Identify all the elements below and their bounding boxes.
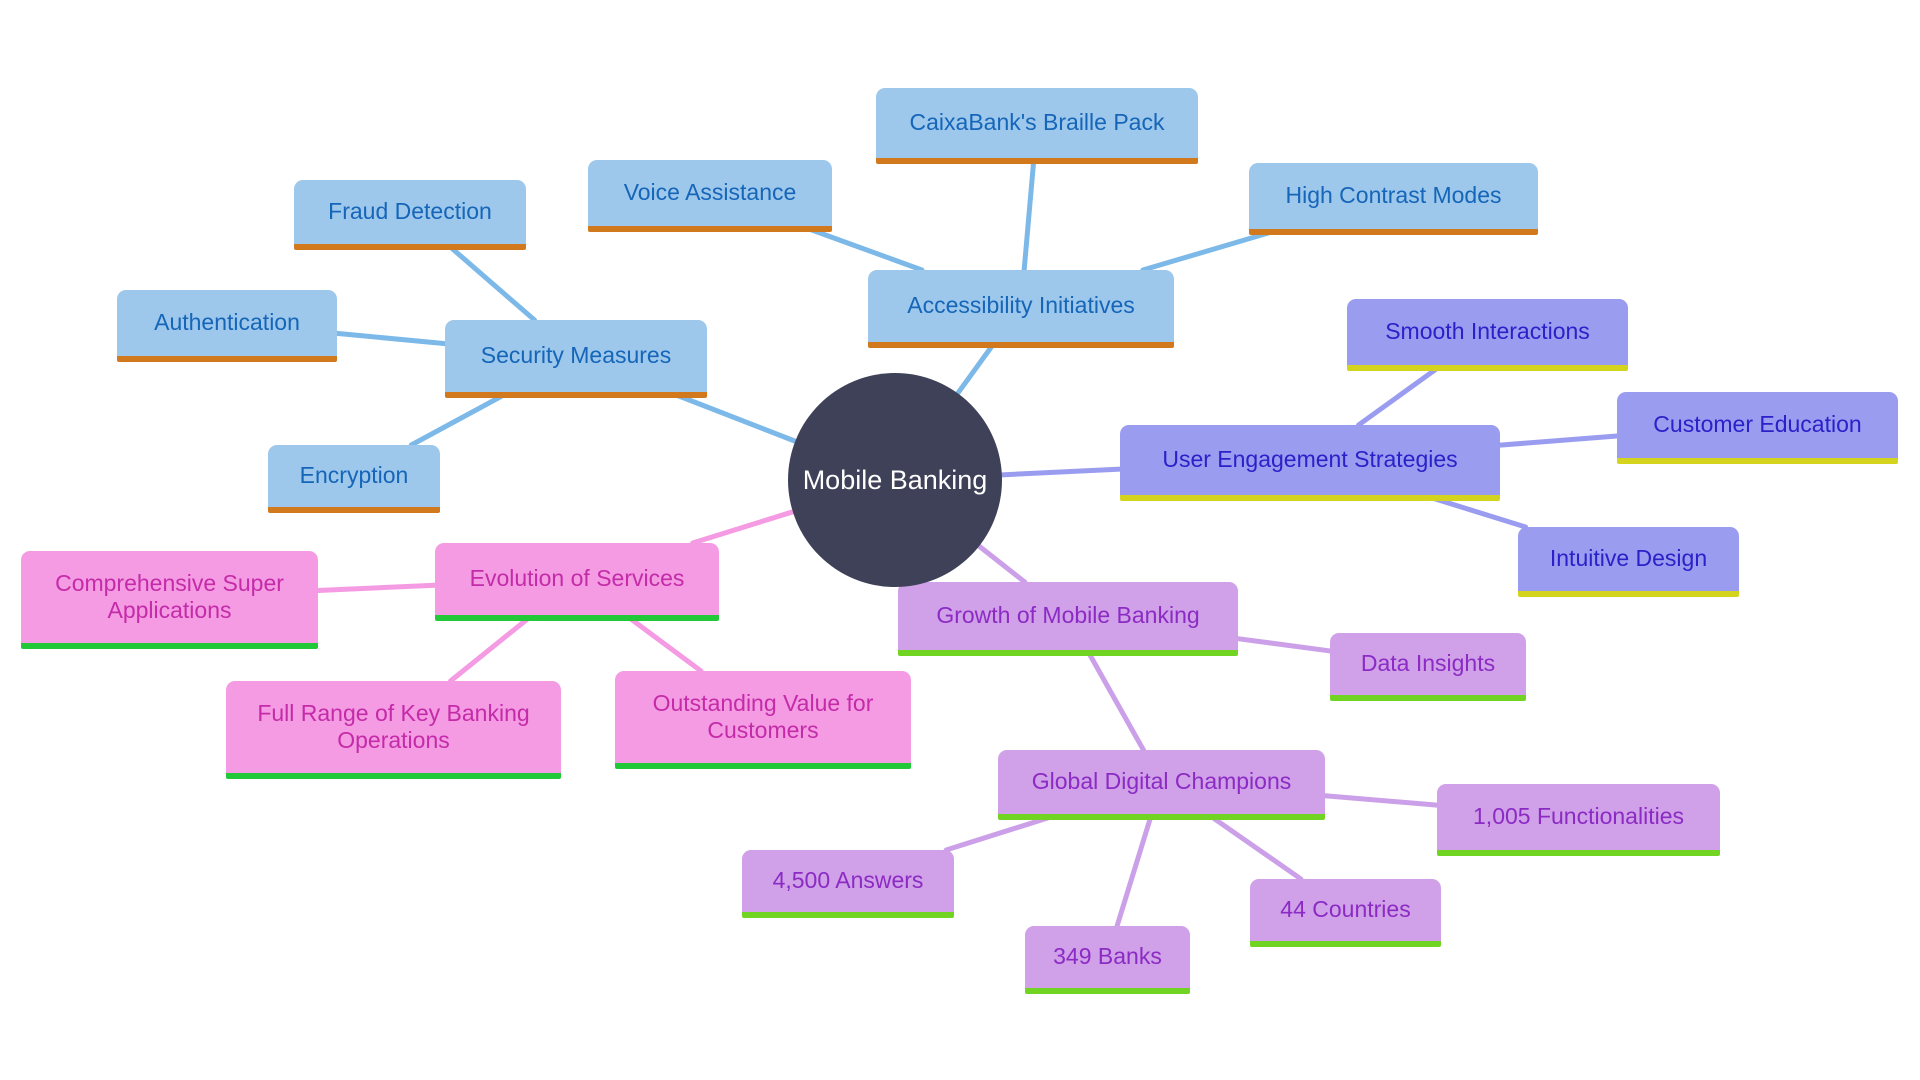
edge-user-engagement-strategies-to-customer-education — [1497, 433, 1620, 448]
node-accent-bar-global-digital-champions — [998, 814, 1325, 820]
root-node-label: Mobile Banking — [802, 464, 988, 495]
node-accent-bar-answers-4500 — [742, 912, 954, 918]
node-accent-bar-customer-education — [1617, 458, 1898, 464]
node-fraud-detection[interactable]: Fraud Detection — [294, 180, 526, 250]
node-accent-bar-evolution-of-services — [435, 615, 719, 621]
node-customer-education[interactable]: Customer Education — [1617, 392, 1898, 464]
edge-root-to-accessibility-initiatives — [955, 339, 998, 396]
node-label-intuitive-design: Intuitive Design — [1549, 545, 1708, 572]
node-answers-4500[interactable]: 4,500 Answers — [742, 850, 954, 918]
edge-global-digital-champions-to-functionalities-1005 — [1322, 793, 1440, 808]
node-accent-bar-outstanding-value-for-customers — [615, 763, 911, 769]
node-label-functionalities-1005: 1,005 Functionalities — [1473, 803, 1684, 830]
node-label-data-insights: Data Insights — [1360, 650, 1496, 677]
edge-root-to-evolution-of-services — [690, 509, 796, 546]
node-accent-bar-smooth-interactions — [1347, 365, 1628, 371]
node-evolution-of-services[interactable]: Evolution of Services — [435, 543, 719, 621]
edge-root-to-user-engagement-strategies — [999, 466, 1123, 478]
node-accent-bar-intuitive-design — [1518, 591, 1739, 597]
node-accent-bar-encryption — [268, 507, 440, 513]
node-label-banks-349: 349 Banks — [1053, 943, 1162, 970]
node-label-voice-assistance: Voice Assistance — [623, 179, 797, 206]
node-intuitive-design[interactable]: Intuitive Design — [1518, 527, 1739, 597]
node-accent-bar-growth-of-mobile-banking — [898, 650, 1238, 656]
node-functionalities-1005[interactable]: 1,005 Functionalities — [1437, 784, 1720, 856]
node-label-outstanding-value-for-customers: Outstanding Value for Customers — [652, 689, 874, 743]
node-accent-bar-full-range-of-key-banking-operations — [226, 773, 561, 779]
node-banks-349[interactable]: 349 Banks — [1025, 926, 1190, 994]
node-high-contrast-modes[interactable]: High Contrast Modes — [1249, 163, 1538, 235]
node-label-accessibility-initiatives: Accessibility Initiatives — [907, 292, 1135, 319]
edge-user-engagement-strategies-to-smooth-interactions — [1356, 362, 1445, 428]
node-label-comprehensive-super-applications: Comprehensive Super Applications — [55, 569, 284, 623]
node-accent-bar-accessibility-initiatives — [868, 342, 1174, 348]
edge-accessibility-initiatives-to-caixabank-braille-pack — [1021, 155, 1037, 273]
node-authentication[interactable]: Authentication — [117, 290, 337, 362]
edge-global-digital-champions-to-countries-44 — [1205, 811, 1304, 882]
node-label-authentication: Authentication — [154, 309, 300, 336]
node-global-digital-champions[interactable]: Global Digital Champions — [998, 750, 1325, 820]
node-accent-bar-data-insights — [1330, 695, 1526, 701]
node-accent-bar-security-measures — [445, 392, 707, 398]
node-caixabank-braille-pack[interactable]: CaixaBank's Braille Pack — [876, 88, 1198, 164]
node-label-smooth-interactions: Smooth Interactions — [1385, 318, 1590, 345]
node-accent-bar-user-engagement-strategies — [1120, 495, 1500, 501]
edge-root-to-security-measures — [666, 389, 798, 444]
node-label-global-digital-champions: Global Digital Champions — [1031, 768, 1292, 795]
node-accent-bar-voice-assistance — [588, 226, 832, 232]
edge-security-measures-to-authentication — [334, 330, 448, 347]
node-outstanding-value-for-customers[interactable]: Outstanding Value for Customers — [615, 671, 911, 769]
edge-evolution-of-services-to-outstanding-value-for-customers — [623, 612, 704, 674]
node-label-caixabank-braille-pack: CaixaBank's Braille Pack — [909, 109, 1165, 136]
node-accent-bar-fraud-detection — [294, 244, 526, 250]
edge-evolution-of-services-to-full-range-of-key-banking-operations — [448, 612, 535, 684]
node-encryption[interactable]: Encryption — [268, 445, 440, 513]
node-voice-assistance[interactable]: Voice Assistance — [588, 160, 832, 232]
node-label-security-measures: Security Measures — [480, 342, 672, 369]
node-label-high-contrast-modes: High Contrast Modes — [1285, 182, 1502, 209]
node-label-encryption: Encryption — [299, 462, 409, 489]
node-label-countries-44: 44 Countries — [1280, 896, 1411, 923]
node-smooth-interactions[interactable]: Smooth Interactions — [1347, 299, 1628, 371]
node-accent-bar-authentication — [117, 356, 337, 362]
node-label-evolution-of-services: Evolution of Services — [469, 565, 685, 592]
node-accent-bar-high-contrast-modes — [1249, 229, 1538, 235]
edge-growth-of-mobile-banking-to-global-digital-champions — [1084, 647, 1146, 753]
edge-global-digital-champions-to-banks-349 — [1114, 811, 1155, 929]
node-user-engagement-strategies[interactable]: User Engagement Strategies — [1120, 425, 1500, 501]
edge-root-to-growth-of-mobile-banking — [976, 543, 1028, 585]
node-security-measures[interactable]: Security Measures — [445, 320, 707, 398]
mind-map-canvas: Mobile Banking Security Measures Fraud Det… — [0, 0, 1920, 1080]
edge-accessibility-initiatives-to-high-contrast-modes — [1140, 226, 1285, 273]
node-comprehensive-super-applications[interactable]: Comprehensive Super Applications — [21, 551, 318, 649]
node-accent-bar-banks-349 — [1025, 988, 1190, 994]
node-full-range-of-key-banking-operations[interactable]: Full Range of Key Banking Operations — [226, 681, 561, 779]
node-label-full-range-of-key-banking-operations: Full Range of Key Banking Operations — [257, 699, 530, 753]
node-label-user-engagement-strategies: User Engagement Strategies — [1162, 446, 1458, 473]
edge-growth-of-mobile-banking-to-data-insights — [1235, 636, 1333, 654]
node-accessibility-initiatives[interactable]: Accessibility Initiatives — [868, 270, 1174, 348]
node-countries-44[interactable]: 44 Countries — [1250, 879, 1441, 947]
node-label-growth-of-mobile-banking: Growth of Mobile Banking — [936, 602, 1200, 629]
edge-accessibility-initiatives-to-voice-assistance — [798, 223, 925, 273]
node-label-fraud-detection: Fraud Detection — [328, 198, 492, 225]
node-data-insights[interactable]: Data Insights — [1330, 633, 1526, 701]
edge-security-measures-to-encryption — [408, 389, 512, 448]
root-node-mobile-banking[interactable]: Mobile Banking — [788, 373, 1002, 587]
node-accent-bar-caixabank-braille-pack — [876, 158, 1198, 164]
node-label-customer-education: Customer Education — [1653, 411, 1862, 438]
edge-evolution-of-services-to-comprehensive-super-applications — [315, 582, 438, 593]
edge-security-measures-to-fraud-detection — [444, 241, 537, 323]
node-accent-bar-functionalities-1005 — [1437, 850, 1720, 856]
node-growth-of-mobile-banking[interactable]: Growth of Mobile Banking — [898, 582, 1238, 656]
node-accent-bar-countries-44 — [1250, 941, 1441, 947]
node-label-answers-4500: 4,500 Answers — [772, 867, 924, 894]
node-accent-bar-comprehensive-super-applications — [21, 643, 318, 649]
